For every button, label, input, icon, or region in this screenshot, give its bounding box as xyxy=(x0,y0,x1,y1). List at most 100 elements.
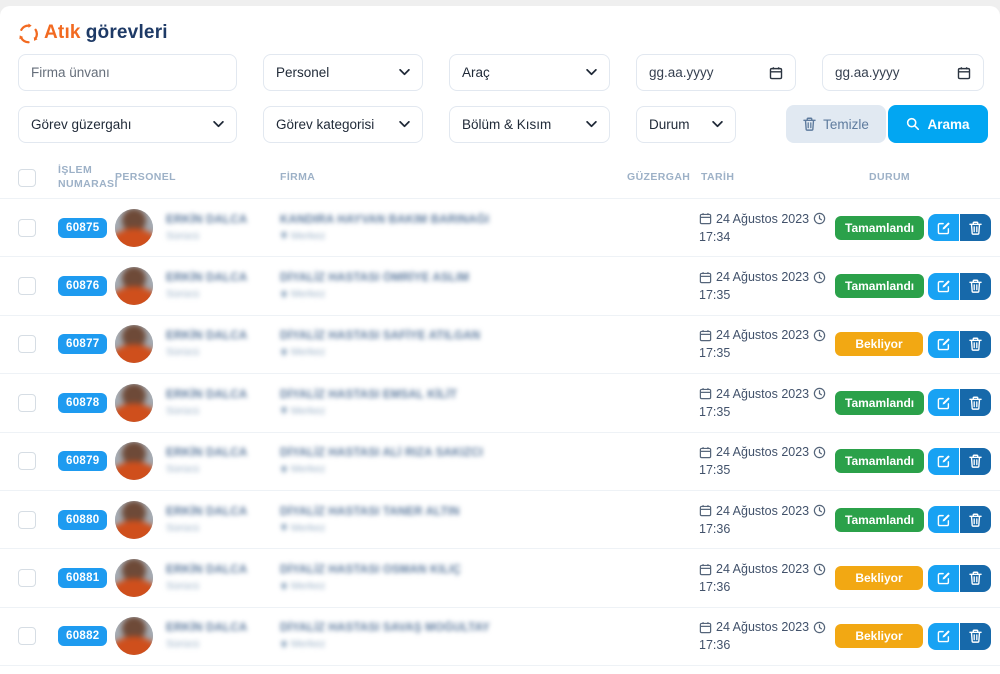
tarih-cell: 24 Ağustos 2023 17:35 xyxy=(695,387,835,419)
saat-text: 17:34 xyxy=(699,230,835,244)
delete-button[interactable] xyxy=(960,273,991,300)
row-checkbox[interactable] xyxy=(18,394,36,412)
row-checkbox[interactable] xyxy=(18,219,36,237)
islem-no-badge: 60882 xyxy=(58,626,107,646)
firma-cell: DİYALİZ HASTASI SAFİYE ATILGAN Merkez xyxy=(280,330,627,358)
delete-button[interactable] xyxy=(960,623,991,650)
edit-button[interactable] xyxy=(928,331,959,358)
gorev-kategorisi-select[interactable]: Görev kategorisi xyxy=(263,106,423,143)
calendar-icon xyxy=(699,446,712,459)
temizle-button-label: Temizle xyxy=(823,117,869,132)
edit-button[interactable] xyxy=(928,389,959,416)
temizle-button[interactable]: Temizle xyxy=(786,105,886,143)
personel-cell: ERKİN DALCA Sürücü xyxy=(115,384,280,422)
durum-select[interactable]: Durum xyxy=(636,106,736,143)
row-checkbox[interactable] xyxy=(18,452,36,470)
firma-cell: DİYALİZ HASTASI EMSAL KİLİT Merkez xyxy=(280,389,627,417)
personel-cell: ERKİN DALCA Sürücü xyxy=(115,267,280,305)
status-badge: Tamamlandı xyxy=(835,216,924,240)
clock-icon xyxy=(813,271,826,284)
edit-button[interactable] xyxy=(928,565,959,592)
personel-name: ERKİN DALCA xyxy=(166,564,247,576)
personel-role: Sürücü xyxy=(166,522,247,534)
actions-cell xyxy=(928,565,1000,592)
table-body: 60875 ERKİN DALCA Sürücü KANDIRA HAYVAN … xyxy=(0,199,1000,666)
table-row: 60877 ERKİN DALCA Sürücü DİYALİZ HASTASI… xyxy=(0,316,1000,374)
tasks-table: İŞLEM NUMARASI PERSONEL FİRMA GÜZERGAH T… xyxy=(0,157,1000,666)
actions-cell xyxy=(928,331,1000,358)
personel-name: ERKİN DALCA xyxy=(166,506,247,518)
tarih-cell: 24 Ağustos 2023 17:36 xyxy=(695,504,835,536)
date-start-input[interactable]: gg.aa.yyyy xyxy=(636,54,796,91)
calendar-icon xyxy=(699,329,712,342)
firma-unvani-input[interactable] xyxy=(31,65,224,80)
clock-icon xyxy=(813,212,826,225)
row-checkbox[interactable] xyxy=(18,277,36,295)
personel-role: Sürücü xyxy=(166,288,247,300)
status-badge: Tamamlandı xyxy=(835,391,924,415)
row-checkbox[interactable] xyxy=(18,511,36,529)
delete-button[interactable] xyxy=(960,565,991,592)
status-badge: Tamamlandı xyxy=(835,508,924,532)
personel-name: ERKİN DALCA xyxy=(166,447,247,459)
saat-text: 17:35 xyxy=(699,288,835,302)
calendar-icon[interactable] xyxy=(957,66,971,80)
delete-button[interactable] xyxy=(960,214,991,241)
tarih-text: 24 Ağustos 2023 xyxy=(716,445,809,459)
avatar xyxy=(115,559,153,597)
gorev-guzergahi-select[interactable]: Görev güzergahı xyxy=(18,106,237,143)
edit-button[interactable] xyxy=(928,273,959,300)
status-badge: Bekliyor xyxy=(835,566,923,590)
edit-button[interactable] xyxy=(928,506,959,533)
personel-cell: ERKİN DALCA Sürücü xyxy=(115,325,280,363)
edit-icon xyxy=(937,454,951,468)
firma-name: DİYALİZ HASTASI SAFİYE ATILGAN xyxy=(280,330,627,342)
col-header-islem-numarasi: İŞLEM NUMARASI xyxy=(58,164,115,190)
status-badge: Tamamlandı xyxy=(835,449,924,473)
edit-button[interactable] xyxy=(928,448,959,475)
col-header-firma: FİRMA xyxy=(280,171,627,184)
personel-role: Sürücü xyxy=(166,230,247,242)
col-header-durum: DURUM xyxy=(835,171,928,184)
delete-button[interactable] xyxy=(960,448,991,475)
table-row: 60875 ERKİN DALCA Sürücü KANDIRA HAYVAN … xyxy=(0,199,1000,257)
firma-branch: Merkez xyxy=(280,288,627,300)
app-logo: Atık görevleri xyxy=(18,22,168,44)
tarih-cell: 24 Ağustos 2023 17:35 xyxy=(695,270,835,302)
delete-button[interactable] xyxy=(960,331,991,358)
arac-select[interactable]: Araç xyxy=(449,54,610,91)
arama-button[interactable]: Arama xyxy=(888,105,988,143)
edit-button[interactable] xyxy=(928,623,959,650)
table-row: 60878 ERKİN DALCA Sürücü DİYALİZ HASTASI… xyxy=(0,374,1000,432)
col-header-guzergah: GÜZERGAH xyxy=(627,171,695,184)
tarih-text: 24 Ağustos 2023 xyxy=(716,328,809,342)
location-icon xyxy=(280,290,288,299)
tarih-text: 24 Ağustos 2023 xyxy=(716,620,809,634)
saat-text: 17:35 xyxy=(699,463,835,477)
chevron-down-icon xyxy=(586,69,597,76)
select-all-checkbox[interactable] xyxy=(18,169,36,187)
saat-text: 17:35 xyxy=(699,405,835,419)
row-checkbox[interactable] xyxy=(18,335,36,353)
trash-icon xyxy=(969,454,982,468)
delete-button[interactable] xyxy=(960,506,991,533)
tarih-text: 24 Ağustos 2023 xyxy=(716,562,809,576)
personel-role: Sürücü xyxy=(166,405,247,417)
date-end-input[interactable]: gg.aa.yyyy xyxy=(822,54,984,91)
chevron-down-icon xyxy=(399,121,410,128)
row-checkbox[interactable] xyxy=(18,627,36,645)
recycle-icon xyxy=(18,23,39,44)
row-checkbox[interactable] xyxy=(18,569,36,587)
tarih-cell: 24 Ağustos 2023 17:36 xyxy=(695,562,835,594)
edit-button[interactable] xyxy=(928,214,959,241)
calendar-icon[interactable] xyxy=(769,66,783,80)
bolum-kisim-select[interactable]: Bölüm & Kısım xyxy=(449,106,610,143)
tarih-cell: 24 Ağustos 2023 17:36 xyxy=(695,620,835,652)
firma-branch: Merkez xyxy=(280,346,627,358)
clock-icon xyxy=(813,621,826,634)
tarih-cell: 24 Ağustos 2023 17:35 xyxy=(695,328,835,360)
saat-text: 17:36 xyxy=(699,522,835,536)
personel-select[interactable]: Personel xyxy=(263,54,423,91)
delete-button[interactable] xyxy=(960,389,991,416)
islem-no-badge: 60881 xyxy=(58,568,107,588)
